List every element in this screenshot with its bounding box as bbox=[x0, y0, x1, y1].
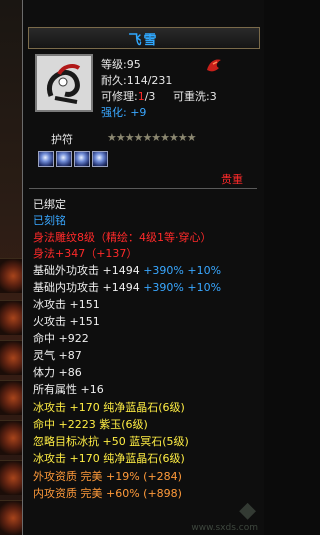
bg-item-slot bbox=[0, 340, 22, 375]
socket-gem-icon[interactable] bbox=[92, 151, 108, 167]
socket-gem-icon[interactable] bbox=[74, 151, 90, 167]
repair-total: /3 bbox=[144, 90, 156, 103]
socket-gem-icon[interactable] bbox=[38, 151, 54, 167]
body-engrave: 身法雕纹8级（精绘：4级1等·穿心） bbox=[33, 231, 212, 244]
gem-row: 命中 +2223 紫玉(6级) bbox=[33, 418, 148, 431]
bg-item-slot bbox=[0, 500, 22, 535]
bg-item-slot bbox=[0, 380, 22, 415]
item-portrait bbox=[35, 54, 93, 112]
bg-item-slot bbox=[0, 420, 22, 455]
repair-label: 可修理:1/3 bbox=[101, 88, 155, 104]
rarity-label: 贵重 bbox=[221, 173, 243, 186]
stat-row: 基础内功攻击 +1494 +390% +10% bbox=[33, 281, 222, 294]
bound-status: 已绑定 bbox=[33, 198, 66, 211]
engraved-status: 已刻铭 bbox=[33, 214, 66, 227]
bg-item-slot bbox=[0, 300, 22, 335]
aptitude-row: 外攻资质 完美 +19% (+284) bbox=[33, 470, 182, 483]
body-bonus: 身法+347（+137） bbox=[33, 247, 138, 260]
socket-gem-icon[interactable] bbox=[56, 151, 72, 167]
level-label: 等级:95 bbox=[101, 58, 141, 71]
talisman-label: 护符 bbox=[51, 133, 73, 146]
attr-row: 火攻击 +151 bbox=[33, 315, 100, 328]
gem-row: 冰攻击 +170 纯净蓝晶石(6级) bbox=[33, 401, 185, 414]
attr-row: 所有属性 +16 bbox=[33, 383, 104, 396]
attr-row: 灵气 +87 bbox=[33, 349, 82, 362]
attr-row: 命中 +922 bbox=[33, 332, 89, 345]
bg-item-slot bbox=[0, 460, 22, 495]
watermark-logo: ◆ bbox=[239, 498, 256, 523]
strength-value: +9 bbox=[130, 106, 147, 119]
item-name: 飞雪 bbox=[128, 33, 159, 48]
strength-label: 强化: +9 bbox=[101, 104, 146, 120]
gem-row: 忽略目标冰抗 +50 蓝冥石(5级) bbox=[33, 435, 189, 448]
aptitude-row: 内攻资质 完美 +60% (+898) bbox=[33, 487, 182, 500]
watermark-text: www.sxds.com bbox=[191, 523, 258, 533]
divider bbox=[29, 188, 257, 189]
repair-prefix: 可修理: bbox=[101, 90, 138, 103]
attr-row: 体力 +86 bbox=[33, 366, 82, 379]
item-tooltip: 飞雪 等级:95 耐久:114/231 可修理:1/3 可重洗:3 强化: +9… bbox=[22, 0, 264, 535]
gem-row: 冰攻击 +170 纯净蓝晶石(6级) bbox=[33, 452, 185, 465]
dragon-emblem-icon bbox=[203, 54, 225, 79]
repair-count: 1 bbox=[137, 90, 145, 103]
stat-row: 基础外功攻击 +1494 +390% +10% bbox=[33, 264, 222, 277]
star-rating: ★★★★★★★★★★ bbox=[107, 131, 197, 144]
bg-item-slot bbox=[0, 258, 22, 293]
durability-label: 耐久:114/231 bbox=[101, 74, 173, 87]
wash-label: 可重洗:3 bbox=[173, 90, 217, 103]
strength-prefix: 强化: bbox=[101, 106, 127, 119]
attr-row: 冰攻击 +151 bbox=[33, 298, 100, 311]
